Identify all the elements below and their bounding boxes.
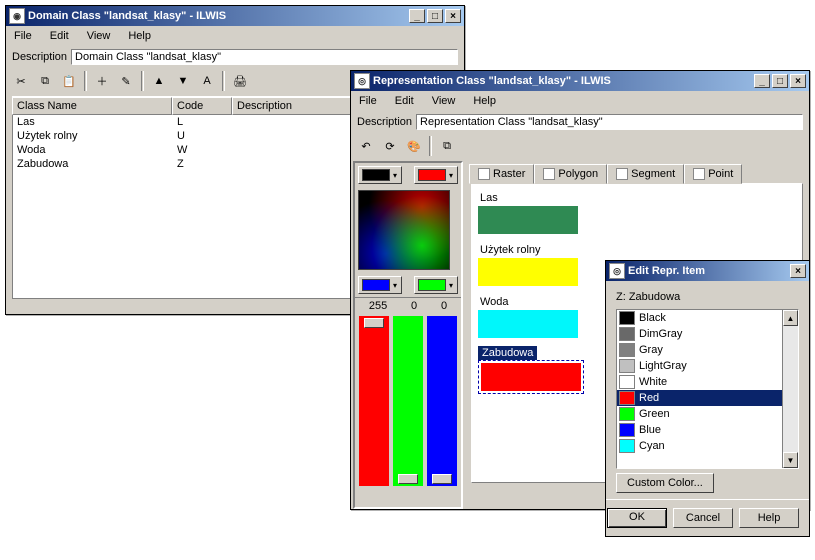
desc-label: Description <box>357 116 412 128</box>
color-option-black[interactable]: Black <box>617 310 798 326</box>
scroll-down-icon[interactable]: ▼ <box>783 452 798 468</box>
menu-file[interactable]: File <box>355 93 381 109</box>
domain-desc-row: Description <box>6 46 464 68</box>
tab-segment[interactable]: Segment <box>607 164 684 184</box>
col-code[interactable]: Code <box>172 97 232 115</box>
menu-view[interactable]: View <box>83 28 115 44</box>
minimize-button[interactable]: _ <box>409 9 425 23</box>
color-select-blue[interactable]: ▾ <box>358 276 402 294</box>
slider-values: 255 0 0 <box>355 297 461 314</box>
refresh-icon[interactable]: ⟳ <box>379 135 401 157</box>
tool-add-icon[interactable]: ＋ <box>91 70 113 92</box>
item-label: Z: Zabudowa <box>616 291 799 303</box>
tool-cut-icon[interactable]: ✂ <box>10 70 32 92</box>
dialog-titlebar[interactable]: ◎ Edit Repr. Item × <box>606 261 809 281</box>
menu-help[interactable]: Help <box>469 93 500 109</box>
segment-icon <box>616 168 628 180</box>
rep-app-icon: ◎ <box>354 73 370 89</box>
menu-file[interactable]: File <box>10 28 36 44</box>
color-option-green[interactable]: Green <box>617 406 798 422</box>
swatch-las <box>478 206 578 234</box>
close-button[interactable]: × <box>790 74 806 88</box>
rep-titlebar[interactable]: ◎ Representation Class "landsat_klasy" -… <box>351 71 809 91</box>
rep-tabs: Raster Polygon Segment Point <box>465 159 809 183</box>
color-option-dimgray[interactable]: DimGray <box>617 326 798 342</box>
tool-down-icon[interactable]: ▼ <box>172 70 194 92</box>
tab-point[interactable]: Point <box>684 164 742 184</box>
class-item[interactable]: Las <box>478 190 796 234</box>
color-option-blue[interactable]: Blue <box>617 422 798 438</box>
color-option-white[interactable]: White <box>617 374 798 390</box>
color-select-red[interactable]: ▾ <box>414 166 458 184</box>
raster-icon <box>478 168 490 180</box>
rep-desc-row: Description <box>351 111 809 133</box>
rep-desc-input[interactable] <box>416 114 803 130</box>
domain-app-icon: ◉ <box>9 8 25 24</box>
minimize-button[interactable]: _ <box>754 74 770 88</box>
rgb-sliders <box>355 314 461 492</box>
color-panel: ▾ ▾ ▾ ▾ 255 0 0 <box>353 161 463 509</box>
domain-menubar: File Edit View Help <box>6 26 464 46</box>
swatch-woda <box>478 310 578 338</box>
polygon-icon <box>543 168 555 180</box>
color-gradient[interactable] <box>358 190 450 270</box>
dialog-title: Edit Repr. Item <box>628 265 705 277</box>
close-button[interactable]: × <box>790 264 806 278</box>
close-button[interactable]: × <box>445 9 461 23</box>
tool-edit-icon[interactable]: ✎ <box>115 70 137 92</box>
point-icon <box>693 168 705 180</box>
rep-title: Representation Class "landsat_klasy" - I… <box>373 75 611 87</box>
maximize-button[interactable]: □ <box>772 74 788 88</box>
edit-repr-dialog: ◎ Edit Repr. Item × Z: Zabudowa Black Di… <box>605 260 810 537</box>
slider-blue[interactable] <box>427 316 457 486</box>
properties-icon[interactable]: ⧉ <box>436 135 458 157</box>
menu-help[interactable]: Help <box>124 28 155 44</box>
desc-label: Description <box>12 51 67 63</box>
color-option-gray[interactable]: Gray <box>617 342 798 358</box>
cancel-button[interactable]: Cancel <box>673 508 733 528</box>
slider-red[interactable] <box>359 316 389 486</box>
rep-menubar: File Edit View Help <box>351 91 809 111</box>
dialog-icon: ◎ <box>609 263 625 279</box>
menu-edit[interactable]: Edit <box>391 93 418 109</box>
tool-up-icon[interactable]: ▲ <box>148 70 170 92</box>
domain-title: Domain Class "landsat_klasy" - ILWIS <box>28 10 226 22</box>
scroll-up-icon[interactable]: ▲ <box>783 310 798 326</box>
menu-view[interactable]: View <box>428 93 460 109</box>
slider-green[interactable] <box>393 316 423 486</box>
tab-polygon[interactable]: Polygon <box>534 164 607 184</box>
tool-paste-icon[interactable]: 📋 <box>58 70 80 92</box>
color-option-red[interactable]: Red <box>617 390 798 406</box>
col-classname[interactable]: Class Name <box>12 97 172 115</box>
help-button[interactable]: Help <box>739 508 799 528</box>
menu-edit[interactable]: Edit <box>46 28 73 44</box>
tool-sort-icon[interactable]: A <box>196 70 218 92</box>
color-select-black[interactable]: ▾ <box>358 166 402 184</box>
rep-toolbar: ↶ ⟳ 🎨 ⧉ <box>351 133 809 159</box>
tool-copy-icon[interactable]: ⧉ <box>34 70 56 92</box>
color-option-lightgray[interactable]: LightGray <box>617 358 798 374</box>
tab-raster[interactable]: Raster <box>469 164 534 184</box>
dialog-buttons: OK Cancel Help <box>606 499 809 536</box>
domain-desc-input[interactable] <box>71 49 458 65</box>
tool-print-icon[interactable]: 🖨 <box>229 70 251 92</box>
swatch-zabudowa <box>481 363 581 391</box>
color-list[interactable]: Black DimGray Gray LightGray White Red G… <box>616 309 799 469</box>
color-option-cyan[interactable]: Cyan <box>617 438 798 454</box>
undo-icon[interactable]: ↶ <box>355 135 377 157</box>
palette-icon[interactable]: 🎨 <box>403 135 425 157</box>
custom-color-button[interactable]: Custom Color... <box>616 473 714 493</box>
maximize-button[interactable]: □ <box>427 9 443 23</box>
domain-titlebar[interactable]: ◉ Domain Class "landsat_klasy" - ILWIS _… <box>6 6 464 26</box>
color-select-green[interactable]: ▾ <box>414 276 458 294</box>
swatch-uzytek <box>478 258 578 286</box>
scrollbar[interactable]: ▲ ▼ <box>782 310 798 468</box>
ok-button[interactable]: OK <box>607 508 667 528</box>
